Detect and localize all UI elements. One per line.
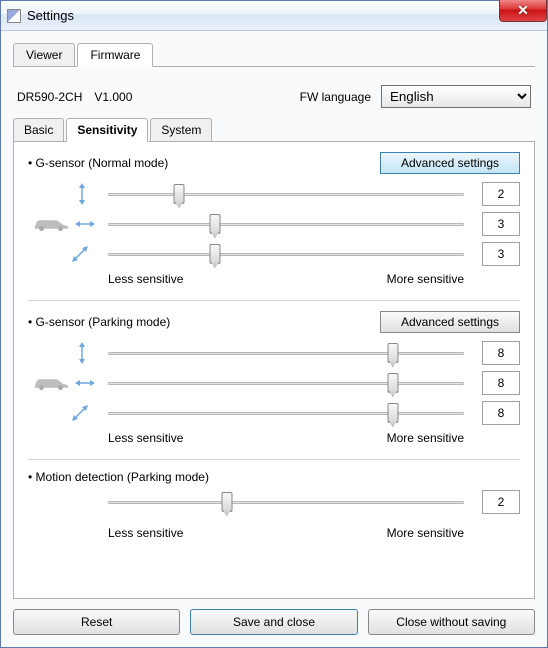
slider-track[interactable] <box>108 214 464 234</box>
close-icon: ✕ <box>517 2 529 19</box>
advanced-settings-normal-button[interactable]: Advanced settings <box>380 152 520 174</box>
tab-viewer[interactable]: Viewer <box>13 43 75 66</box>
firmware-info-row: DR590-2CH V1.000 FW language English <box>13 77 535 118</box>
axis-diag-icon <box>28 244 108 264</box>
divider <box>28 459 520 460</box>
motion-slider: 2 <box>28 484 520 520</box>
value-box: 3 <box>482 242 520 266</box>
normal-title: • G-sensor (Normal mode) <box>28 156 380 170</box>
value-box: 2 <box>482 490 520 514</box>
close-without-saving-button[interactable]: Close without saving <box>368 609 535 635</box>
reset-button[interactable]: Reset <box>13 609 180 635</box>
motion-title: • Motion detection (Parking mode) <box>28 470 520 484</box>
language-label: FW language <box>300 90 371 104</box>
version-label: V1.000 <box>94 90 132 104</box>
section-motion: • Motion detection (Parking mode) 2 Less… <box>28 470 520 540</box>
sensitivity-labels: Less sensitive More sensitive <box>28 272 520 286</box>
value-box: 8 <box>482 371 520 395</box>
sensitivity-labels: Less sensitive More sensitive <box>28 431 520 445</box>
top-tab-bar: Viewer Firmware <box>13 43 535 67</box>
car-icon <box>28 375 108 391</box>
more-sensitive-label: More sensitive <box>387 431 464 445</box>
slider-thumb[interactable] <box>174 184 185 204</box>
footer-buttons: Reset Save and close Close without savin… <box>13 599 535 635</box>
slider-thumb[interactable] <box>387 343 398 363</box>
normal-slider-updown: 2 <box>28 182 520 206</box>
slider-track[interactable] <box>108 373 464 393</box>
sub-tab-bar: Basic Sensitivity System <box>13 118 535 142</box>
save-close-button[interactable]: Save and close <box>190 609 357 635</box>
parking-slider-leftright: 8 <box>28 371 520 395</box>
value-box: 8 <box>482 341 520 365</box>
slider-thumb[interactable] <box>387 403 398 423</box>
slider-thumb[interactable] <box>387 373 398 393</box>
close-button[interactable]: ✕ <box>499 0 547 22</box>
slider-track[interactable] <box>108 492 464 512</box>
titlebar: Settings ✕ <box>1 1 547 31</box>
parking-slider-updown: 8 <box>28 341 520 365</box>
more-sensitive-label: More sensitive <box>387 272 464 286</box>
slider-thumb[interactable] <box>209 244 220 264</box>
slider-track[interactable] <box>108 244 464 264</box>
section-normal: • G-sensor (Normal mode) Advanced settin… <box>28 152 520 286</box>
slider-track[interactable] <box>108 184 464 204</box>
slider-track[interactable] <box>108 343 464 363</box>
more-sensitive-label: More sensitive <box>387 526 464 540</box>
model-label: DR590-2CH <box>17 90 82 104</box>
slider-thumb[interactable] <box>221 492 232 512</box>
normal-slider-diag: 3 <box>28 242 520 266</box>
tab-firmware[interactable]: Firmware <box>77 43 153 67</box>
settings-window: Settings ✕ Viewer Firmware DR590-2CH V1.… <box>0 0 548 648</box>
value-box: 3 <box>482 212 520 236</box>
window-title: Settings <box>27 8 74 23</box>
app-icon <box>7 9 21 23</box>
sensitivity-panel: • G-sensor (Normal mode) Advanced settin… <box>13 142 535 599</box>
content-area: Viewer Firmware DR590-2CH V1.000 FW lang… <box>1 31 547 647</box>
subtab-basic[interactable]: Basic <box>13 118 64 141</box>
section-parking: • G-sensor (Parking mode) Advanced setti… <box>28 311 520 445</box>
divider <box>28 300 520 301</box>
sensitivity-labels: Less sensitive More sensitive <box>28 526 520 540</box>
value-box: 8 <box>482 401 520 425</box>
normal-slider-leftright: 3 <box>28 212 520 236</box>
axis-updown-icon <box>28 183 108 205</box>
slider-track[interactable] <box>108 403 464 423</box>
car-icon <box>28 216 108 232</box>
less-sensitive-label: Less sensitive <box>108 431 183 445</box>
less-sensitive-label: Less sensitive <box>108 272 183 286</box>
subtab-system[interactable]: System <box>150 118 212 141</box>
less-sensitive-label: Less sensitive <box>108 526 183 540</box>
parking-title: • G-sensor (Parking mode) <box>28 315 380 329</box>
advanced-settings-parking-button[interactable]: Advanced settings <box>380 311 520 333</box>
language-select[interactable]: English <box>381 85 531 108</box>
subtab-sensitivity[interactable]: Sensitivity <box>66 118 148 142</box>
value-box: 2 <box>482 182 520 206</box>
axis-updown-icon <box>28 342 108 364</box>
parking-slider-diag: 8 <box>28 401 520 425</box>
slider-thumb[interactable] <box>209 214 220 234</box>
axis-diag-icon <box>28 403 108 423</box>
